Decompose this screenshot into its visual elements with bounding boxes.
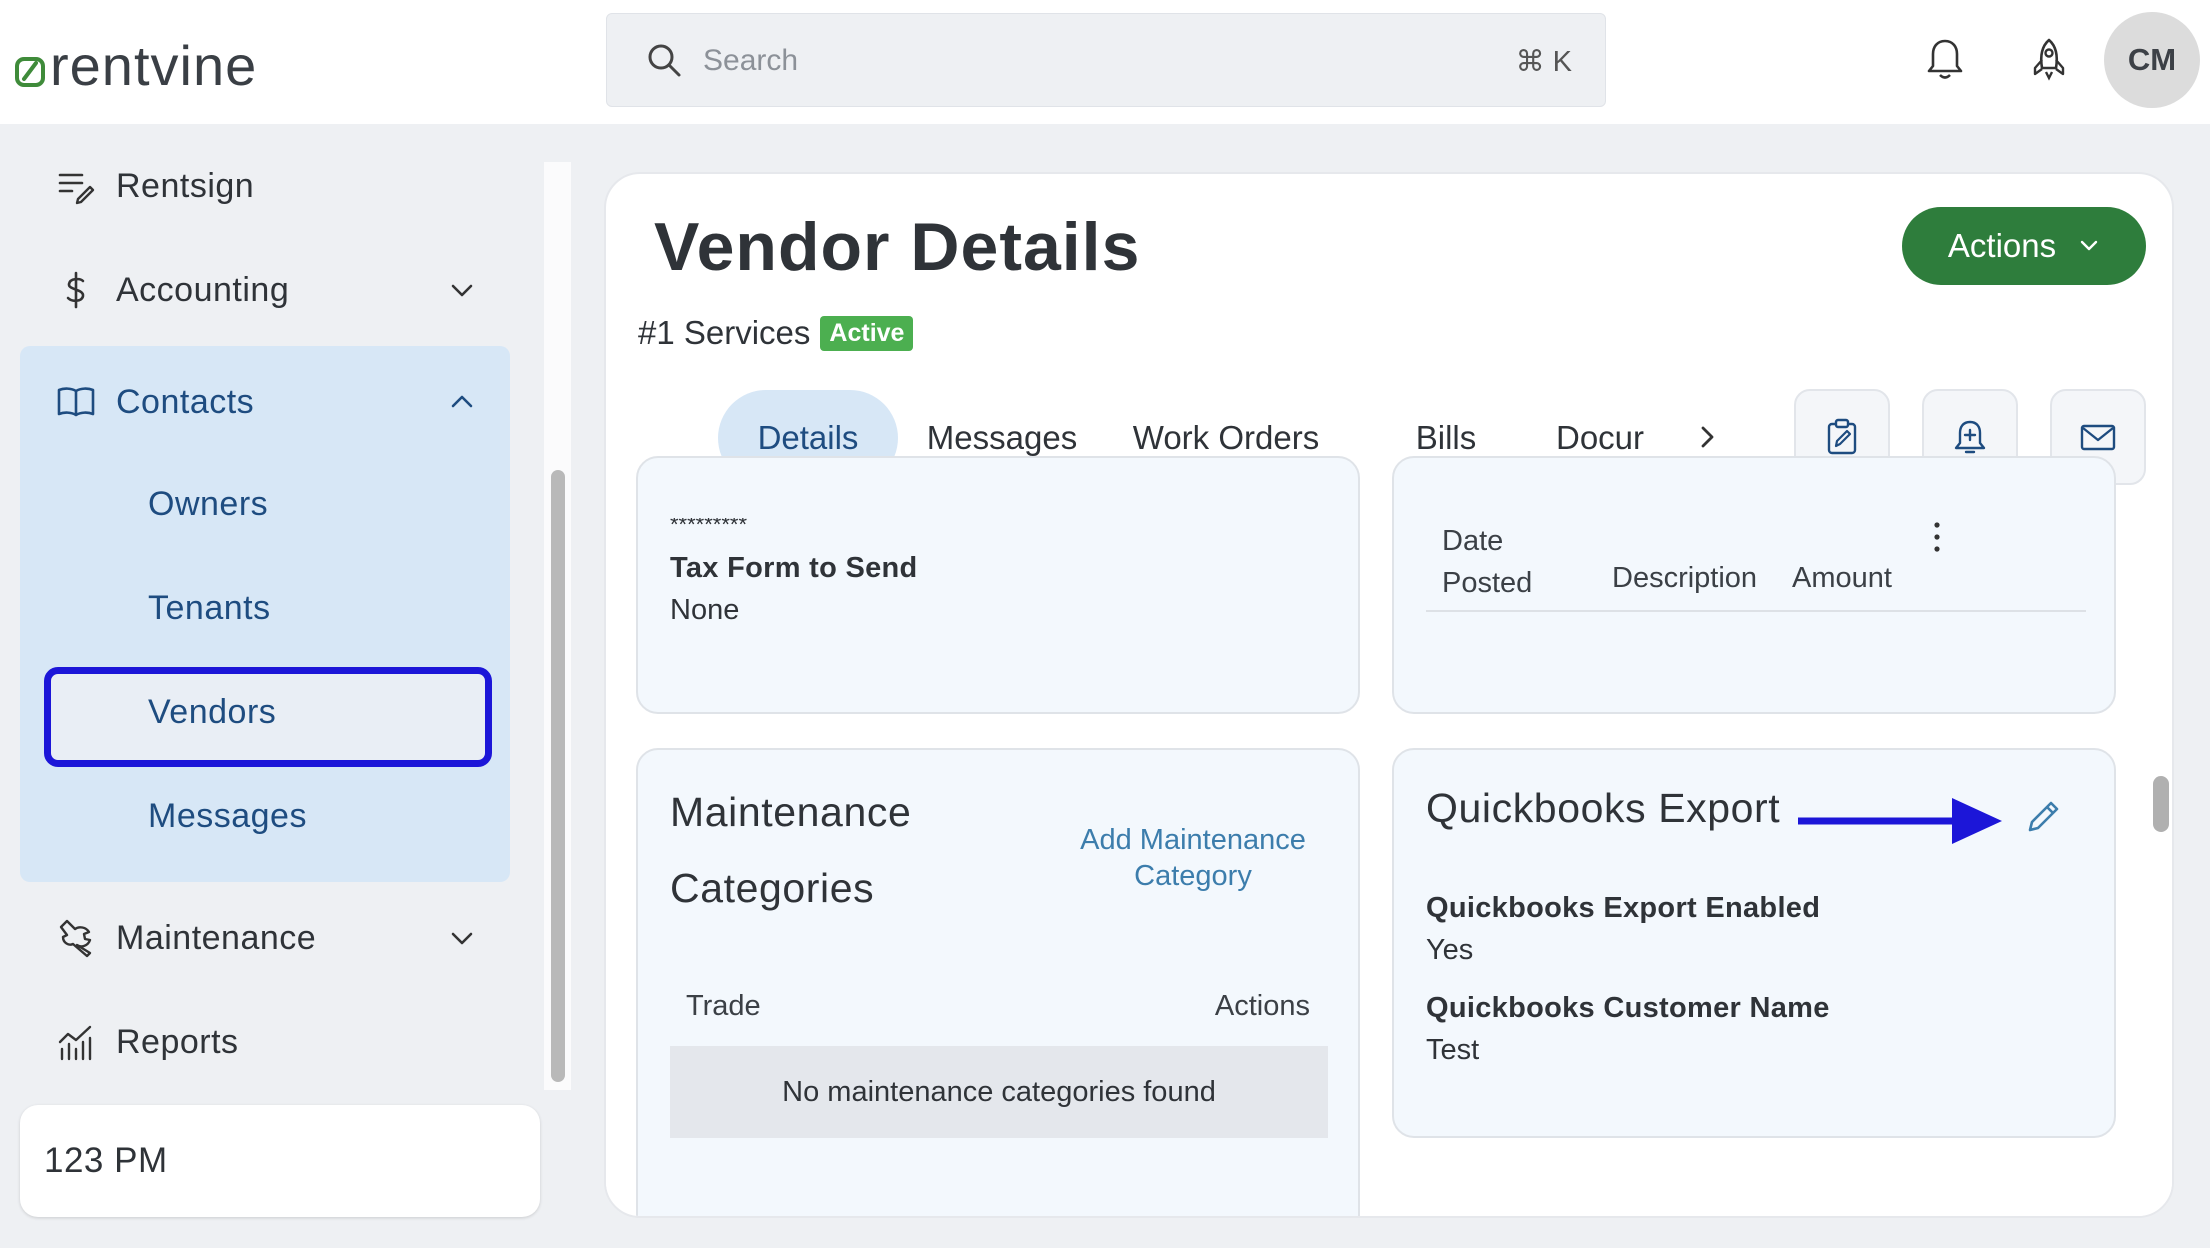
column-description: Description: [1612, 562, 1758, 594]
qb-customer-label: Quickbooks Customer Name: [1426, 992, 1830, 1024]
more-vertical-icon[interactable]: [1932, 520, 1942, 554]
page-title: Vendor Details: [654, 209, 1141, 285]
quickbooks-export-card: Quickbooks Export Quickbooks Export Enab…: [1392, 748, 2116, 1138]
leaf-logo-icon: [15, 57, 45, 87]
search-icon: [648, 44, 681, 77]
rentvine-logo[interactable]: rentvine: [14, 38, 257, 94]
top-bar: rentvine ⌘ K CM: [0, 0, 2210, 124]
bell-icon[interactable]: [1924, 36, 1966, 82]
column-date-posted: Date Posted: [1442, 525, 1533, 599]
clipboard-edit-icon: [1827, 418, 1857, 455]
empty-state-row: No maintenance categories found: [670, 1046, 1328, 1138]
sidebar-sub-vendors[interactable]: Vendors: [148, 693, 276, 732]
search-shortcut: ⌘ K: [1515, 46, 1572, 78]
maintenance-categories-card: Maintenance Categories Add Maintenance C…: [636, 748, 1360, 1216]
sidebar-item-rentsign[interactable]: Rentsign: [0, 146, 520, 226]
rocket-icon[interactable]: [2028, 36, 2070, 82]
book-icon: [57, 387, 95, 417]
column-amount: Amount: [1792, 562, 1892, 594]
dollar-icon: [66, 271, 85, 309]
pencil-icon[interactable]: [2024, 798, 2062, 836]
sidebar-item-label: Rentsign: [116, 166, 255, 205]
tax-info-card: ********* Tax Form to Send None: [636, 456, 1360, 714]
vendor-heading: #1 Services Active: [638, 314, 914, 352]
masked-tax-id: *********: [670, 518, 748, 532]
transactions-card: Date Posted Description Amount: [1392, 456, 2116, 714]
sidebar-item-reports[interactable]: Reports: [0, 1002, 520, 1082]
main-panel: Vendor Details Actions #1 Services Activ…: [604, 172, 2174, 1218]
actions-label: Actions: [1947, 227, 2057, 264]
details-content: ********* Tax Form to Send None Date Pos…: [606, 456, 2172, 1216]
sidebar-item-contacts[interactable]: Contacts: [0, 362, 520, 442]
mail-icon: [2080, 424, 2116, 451]
sidebar-item-label: Reports: [116, 1022, 239, 1061]
search-input[interactable]: [703, 36, 1403, 86]
table-divider: [1426, 610, 2086, 612]
qb-enabled-label: Quickbooks Export Enabled: [1426, 892, 1821, 924]
tax-form-label: Tax Form to Send: [670, 552, 918, 584]
portfolio-switcher[interactable]: 123 PM: [20, 1105, 540, 1217]
annotation-arrow-icon: [1798, 798, 2002, 844]
logo-text: rentvine: [50, 34, 258, 97]
sidebar-item-accounting[interactable]: Accounting: [0, 250, 520, 330]
sidebar-sub-tenants[interactable]: Tenants: [148, 589, 271, 628]
tax-form-value: None: [670, 594, 740, 626]
status-badge: Active: [820, 315, 914, 351]
maintenance-card-title: Maintenance Categories: [670, 789, 912, 911]
actions-button[interactable]: Actions: [1902, 207, 2146, 285]
quickbooks-card-title: Quickbooks Export: [1426, 785, 1781, 831]
chevron-right-icon[interactable]: [1694, 422, 1720, 452]
vendor-name: #1 Services: [638, 314, 811, 351]
user-avatar[interactable]: CM: [2104, 12, 2200, 108]
portfolio-label: 123 PM: [44, 1141, 168, 1180]
sign-icon: [58, 173, 95, 205]
chevron-down-icon: [2080, 240, 2098, 251]
sidebar-item-label: Maintenance: [116, 918, 317, 957]
main-scrollbar[interactable]: [2153, 776, 2169, 832]
column-actions: Actions: [1214, 990, 1310, 1022]
chevron-down-icon: [451, 932, 473, 945]
sidebar-sub-owners[interactable]: Owners: [148, 485, 268, 524]
add-maintenance-category-link[interactable]: Add Maintenance Category: [1058, 822, 1328, 894]
chart-icon: [58, 1025, 92, 1061]
sidebar-item-label: Accounting: [116, 270, 290, 309]
sidebar-sub-messages[interactable]: Messages: [148, 797, 307, 836]
qb-enabled-value: Yes: [1426, 934, 1474, 966]
chevron-up-icon: [451, 395, 473, 408]
sidebar-scrollbar[interactable]: [551, 470, 565, 1082]
bell-plus-icon: [1954, 420, 1986, 454]
chevron-down-icon: [451, 284, 473, 297]
search-bar[interactable]: ⌘ K: [606, 13, 1606, 107]
wrench-icon: [59, 919, 92, 958]
sidebar-item-label: Contacts: [116, 382, 255, 421]
column-trade: Trade: [686, 990, 761, 1022]
sidebar-item-maintenance[interactable]: Maintenance: [0, 898, 520, 978]
empty-state-message: No maintenance categories found: [782, 1075, 1216, 1108]
qb-customer-value: Test: [1426, 1034, 1480, 1066]
